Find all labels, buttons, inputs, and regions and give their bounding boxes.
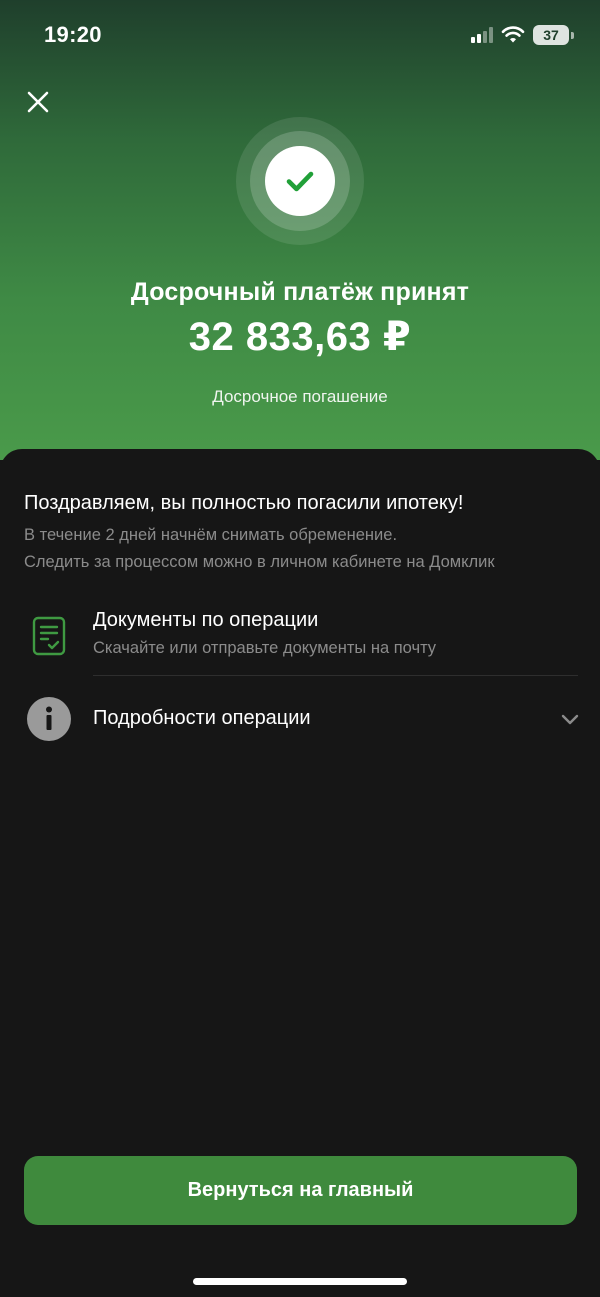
status-icons: 37 xyxy=(471,24,574,46)
payment-amount: 32 833,63 ₽ xyxy=(188,315,412,359)
operation-details-row[interactable]: Подробности операции xyxy=(0,689,600,749)
status-bar: 19:20 37 xyxy=(0,0,600,72)
back-to-main-button[interactable]: Вернуться на главный xyxy=(24,1156,577,1225)
status-time: 19:20 xyxy=(44,22,102,47)
signal-icon xyxy=(471,27,493,43)
operation-details-title: Подробности операции xyxy=(93,707,311,729)
operation-type: Досрочное погашение xyxy=(212,387,388,406)
battery-level: 37 xyxy=(533,25,569,45)
check-circle-icon xyxy=(286,171,314,192)
note-line-1: В течение 2 дней начнём снимать обремене… xyxy=(24,526,398,544)
document-icon xyxy=(32,616,66,656)
divider xyxy=(93,675,578,676)
close-button[interactable] xyxy=(22,86,54,118)
success-badge xyxy=(236,117,364,245)
documents-title: Документы по операции xyxy=(93,609,319,631)
home-indicator xyxy=(193,1278,407,1285)
payment-success-screen: 19:20 37 Досрочный платёж принят 32 833,… xyxy=(0,0,600,1297)
documents-row[interactable]: Документы по операции Скачайте или отпра… xyxy=(0,599,600,675)
chevron-down-icon[interactable] xyxy=(560,709,580,729)
documents-subtitle: Скачайте или отправьте документы на почт… xyxy=(93,639,437,657)
page-title: Досрочный платёж принят xyxy=(130,278,470,306)
congrats-note: В течение 2 дней начнём снимать обремене… xyxy=(24,522,584,576)
note-line-2: Следить за процессом можно в личном каби… xyxy=(24,553,495,571)
battery-icon: 37 xyxy=(533,25,574,45)
wifi-icon xyxy=(501,26,525,43)
congrats-message: Поздравляем, вы полностью погасили ипоте… xyxy=(24,492,464,514)
close-icon xyxy=(27,91,49,113)
info-icon xyxy=(27,697,71,741)
details-sheet: Поздравляем, вы полностью погасили ипоте… xyxy=(0,449,600,1297)
